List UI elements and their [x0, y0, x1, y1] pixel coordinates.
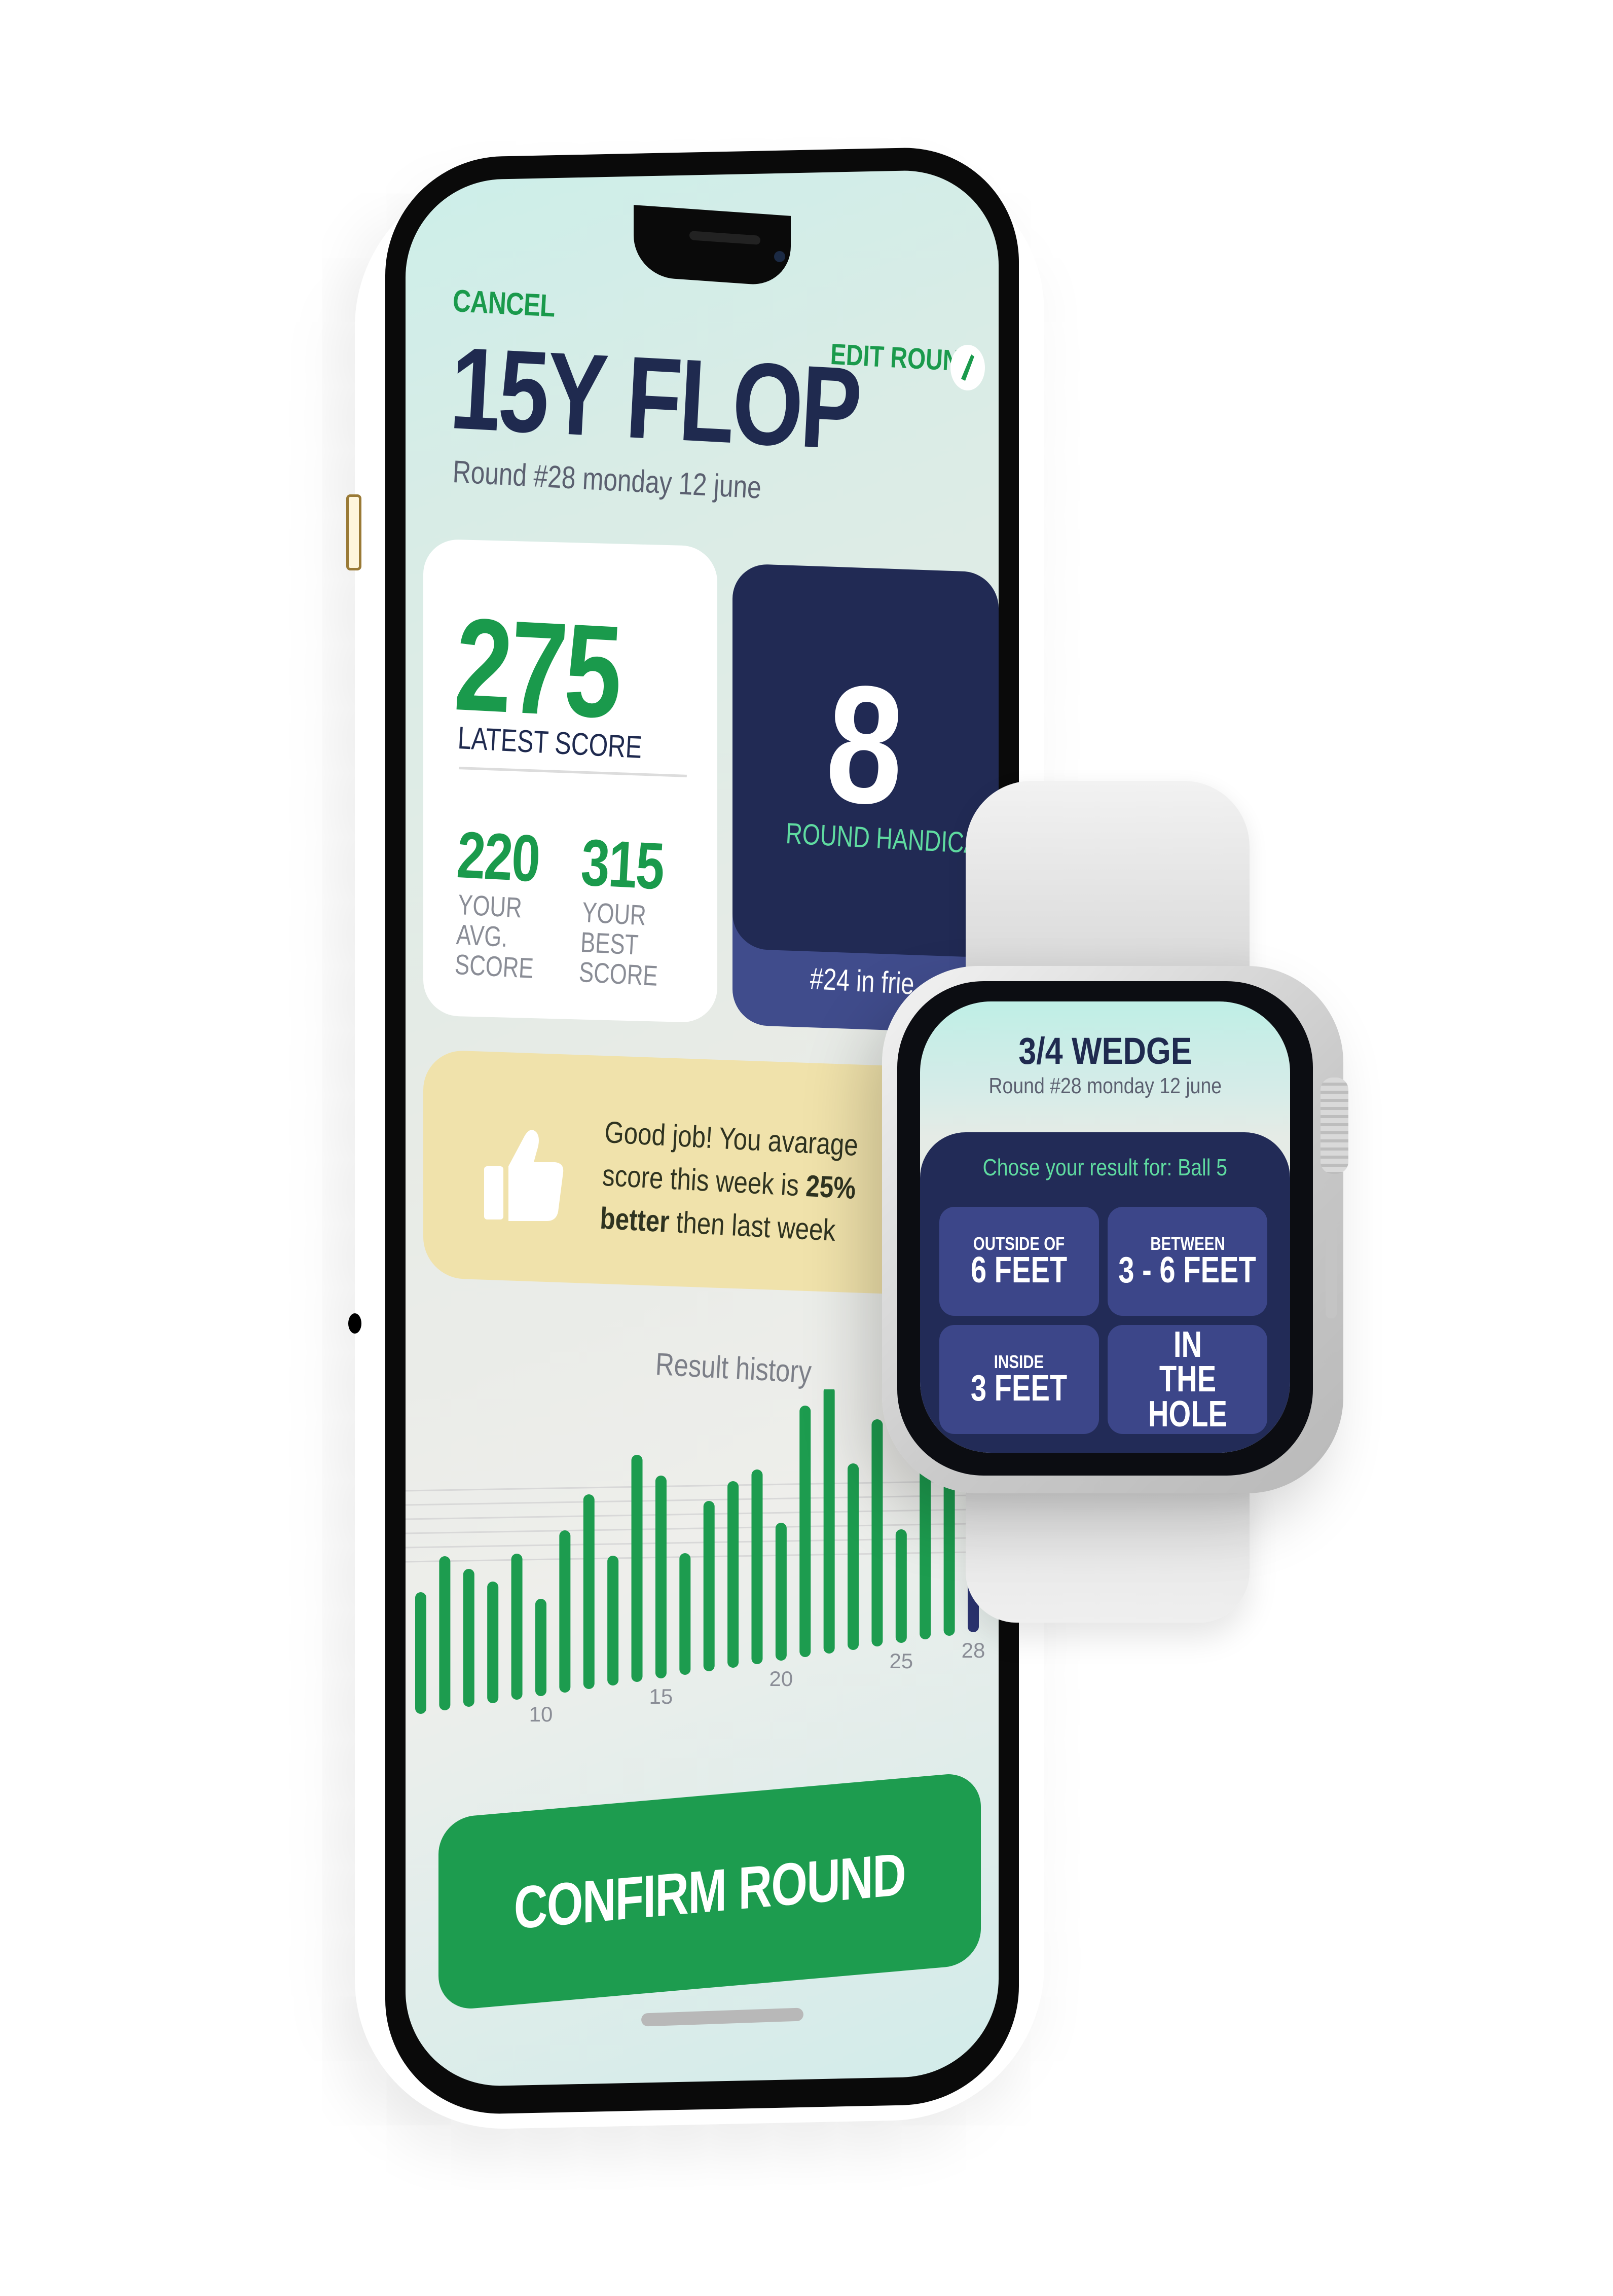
chart-gridline [406, 1508, 999, 1520]
cancel-button[interactable]: CANCEL [452, 283, 556, 324]
chart-gridline [406, 1536, 999, 1549]
tip-suffix: then last week [668, 1205, 836, 1248]
page-title: 15Y FLOP [447, 322, 863, 474]
digital-crown[interactable] [1321, 1078, 1348, 1174]
avg-score-label: YOUR AVG. SCORE [454, 888, 535, 984]
chart-xtick-label: 28 [962, 1638, 985, 1662]
chart-bar[interactable] [583, 1494, 595, 1689]
chart-bar[interactable] [439, 1556, 451, 1710]
phone-side-dot [348, 1313, 361, 1334]
chart-bar[interactable] [487, 1582, 499, 1703]
chart-bar[interactable] [848, 1463, 859, 1650]
front-camera [774, 251, 785, 262]
chart-bar[interactable] [559, 1530, 571, 1693]
pencil-icon[interactable] [950, 345, 985, 390]
chart-bar[interactable] [655, 1476, 667, 1678]
watch-band-bottom [966, 1470, 1250, 1623]
chart-bar[interactable] [823, 1389, 835, 1654]
option-outside-6-feet[interactable]: OUTSIDE OF 6 FEET [939, 1207, 1099, 1316]
chart-bar[interactable] [463, 1569, 474, 1707]
chart-gridline [406, 1480, 999, 1492]
chart-bar[interactable] [511, 1554, 523, 1700]
chart-bar[interactable] [727, 1481, 739, 1668]
watch-title: 3/4 WEDGE [1018, 1030, 1192, 1072]
chart-bar[interactable] [799, 1406, 811, 1657]
option-inside-3-feet[interactable]: INSIDE 3 FEET [939, 1325, 1099, 1434]
friends-rank-text: #24 in frie [809, 961, 915, 1001]
chart-bar[interactable] [535, 1599, 546, 1696]
best-score-label: YOUR BEST SCORE [578, 896, 659, 992]
chart-xtick-label: 20 [769, 1667, 793, 1691]
latest-score-value: 275 [451, 591, 624, 746]
phone-side-button [346, 494, 361, 570]
round-handicap-value: 8 [822, 649, 908, 840]
chart-xtick-label: 25 [889, 1649, 913, 1673]
chart-bar[interactable] [895, 1529, 907, 1643]
chart-bar[interactable] [607, 1556, 619, 1685]
chart-gridline [406, 1551, 999, 1563]
chart-bar[interactable] [871, 1419, 883, 1646]
thumbs-up-icon [484, 1126, 565, 1225]
confirm-round-label: CONFIRM ROUND [514, 1841, 906, 1942]
chart-bar[interactable] [775, 1523, 787, 1661]
chart-gridline [406, 1494, 999, 1506]
avg-score-value: 220 [455, 817, 541, 896]
watch-subtitle: Round #28 monday 12 june [988, 1073, 1222, 1098]
chart-bar[interactable] [631, 1455, 643, 1682]
tip-message: Good job! You avarage score this week is… [599, 1110, 905, 1255]
watch-screen: 3/4 WEDGE Round #28 monday 12 june Chose… [920, 1001, 1290, 1453]
chart-gridline [406, 1522, 999, 1534]
chart-bar[interactable] [703, 1501, 715, 1671]
chart-bar[interactable] [751, 1469, 763, 1664]
watch-side-button[interactable] [1326, 1227, 1337, 1318]
watch-prompt: Chose your result for: Ball 5 [982, 1154, 1228, 1180]
chart-xtick-label: 10 [529, 1702, 553, 1726]
chart-bar[interactable] [415, 1592, 426, 1714]
best-score-value: 315 [579, 825, 666, 904]
chart-xtick-label: 15 [649, 1684, 673, 1708]
option-between-3-6-feet[interactable]: BETWEEN 3 - 6 FEET [1108, 1207, 1267, 1316]
chart-bar[interactable] [679, 1553, 691, 1675]
option-in-the-hole[interactable]: IN THE HOLE [1108, 1325, 1267, 1434]
